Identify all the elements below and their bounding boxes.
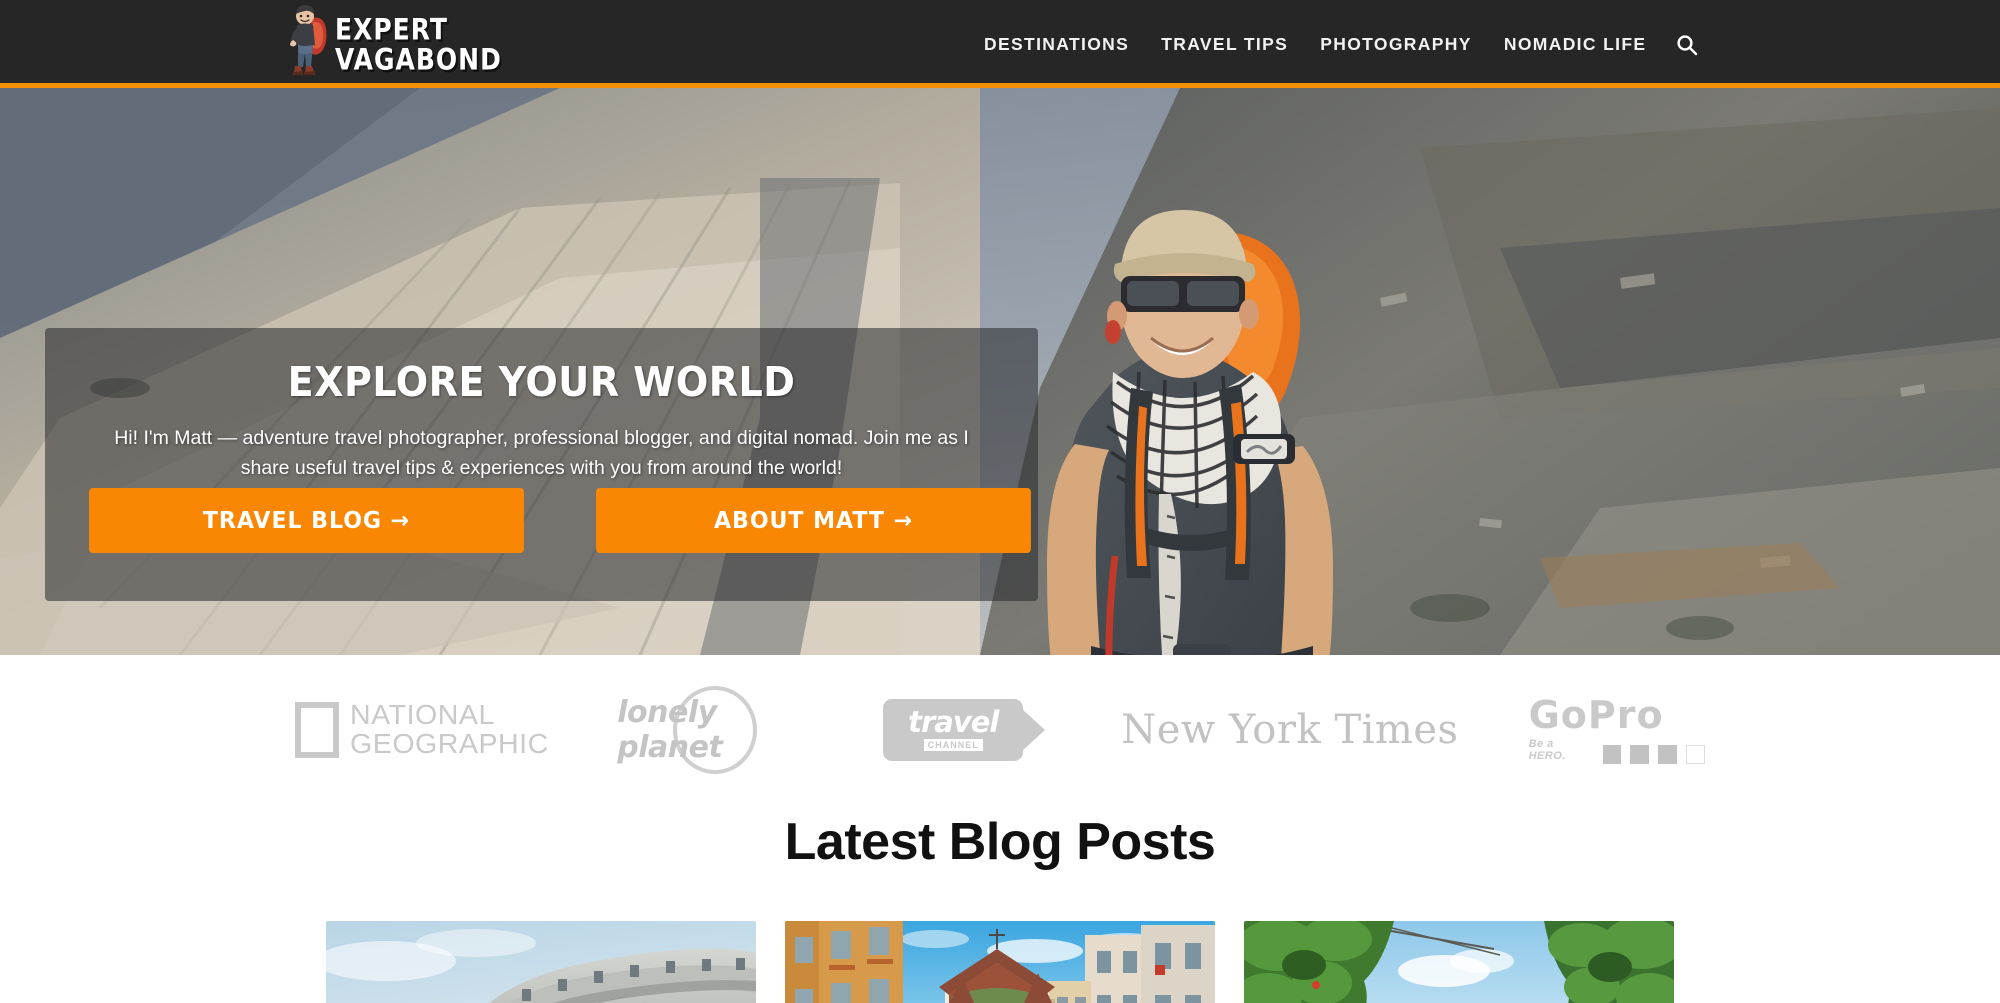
logo-line-1: EXPERT [335, 11, 448, 47]
travel-channel-subtitle: CHANNEL [923, 739, 983, 751]
hero-cta-group: TRAVEL BLOG → ABOUT MATT → [80, 488, 1040, 553]
gopro-tagline: Be a HERO. [1528, 737, 1566, 762]
latest-blog-posts-section: Latest Blog Posts [0, 794, 2000, 1003]
hero-subtitle: Hi! I'm Matt — adventure travel photogra… [114, 427, 969, 480]
main-navigation: DESTINATIONS TRAVEL TIPS PHOTOGRAPHY NOM… [968, 0, 1662, 88]
latest-blog-posts-heading: Latest Blog Posts [784, 813, 1216, 871]
site-logo[interactable]: EXPERT VAGABOND [285, 2, 501, 86]
blog-post-thumbnail-3 [1244, 921, 1674, 1003]
gopro-square-2 [1630, 744, 1650, 764]
search-button[interactable] [1672, 30, 1702, 60]
logo-line-2: VAGABOND [335, 41, 502, 77]
hero-overlay-card: EXPLORE YOUR WORLD Hi! I'm Matt — advent… [45, 328, 1038, 601]
national-geographic-logo[interactable]: NATIONAL GEOGRAPHIC [295, 698, 550, 759]
hero-title: EXPLORE YOUR WORLD [287, 358, 796, 406]
gopro-square-1 [1602, 744, 1622, 764]
lonely-planet-wordmark: lonely planet [617, 694, 723, 765]
natgeo-frame-icon [295, 701, 340, 758]
new-york-times-logo[interactable]: New York Times [1121, 707, 1458, 753]
gopro-square-4 [1685, 744, 1705, 764]
natgeo-line-1: NATIONAL [350, 698, 496, 730]
backpacker-mascot-icon [290, 5, 327, 75]
blog-post-card-2[interactable] [785, 921, 1215, 1003]
nyt-wordmark: New York Times [1121, 706, 1459, 753]
nav-item-destinations[interactable]: DESTINATIONS [968, 34, 1145, 55]
site-header: EXPERT VAGABOND DESTINATIONS TRAVEL TIPS… [0, 0, 2000, 88]
blog-post-card-1[interactable] [326, 921, 756, 1003]
travel-blog-button[interactable]: TRAVEL BLOG → [89, 488, 524, 553]
nav-item-nomadic-life[interactable]: NOMADIC LIFE [1488, 34, 1663, 55]
travel-channel-logo[interactable]: travel CHANNEL [883, 698, 1051, 761]
gopro-wordmark: GoPro [1528, 692, 1664, 737]
natgeo-line-2: GEOGRAPHIC [350, 727, 550, 759]
search-icon [1677, 35, 1698, 56]
travel-channel-wordmark: travel [908, 705, 999, 739]
blog-post-card-3[interactable] [1244, 921, 1674, 1003]
blog-post-thumbnail-1 [326, 921, 756, 1003]
gopro-logo[interactable]: GoPro Be a HERO. [1529, 696, 1705, 764]
gopro-square-3 [1658, 744, 1677, 764]
blog-post-thumbnail-2 [785, 921, 1215, 1003]
about-matt-button[interactable]: ABOUT MATT → [596, 488, 1031, 553]
nav-item-travel-tips[interactable]: TRAVEL TIPS [1145, 34, 1304, 55]
lonely-planet-logo[interactable]: lonely planet [617, 685, 813, 774]
hero-section: EXPLORE YOUR WORLD Hi! I'm Matt — advent… [0, 88, 2000, 655]
press-logos-strip: NATIONAL GEOGRAPHIC lonely planet travel… [0, 655, 2000, 794]
nav-item-photography[interactable]: PHOTOGRAPHY [1304, 34, 1488, 55]
blog-posts-grid [0, 921, 2000, 1003]
